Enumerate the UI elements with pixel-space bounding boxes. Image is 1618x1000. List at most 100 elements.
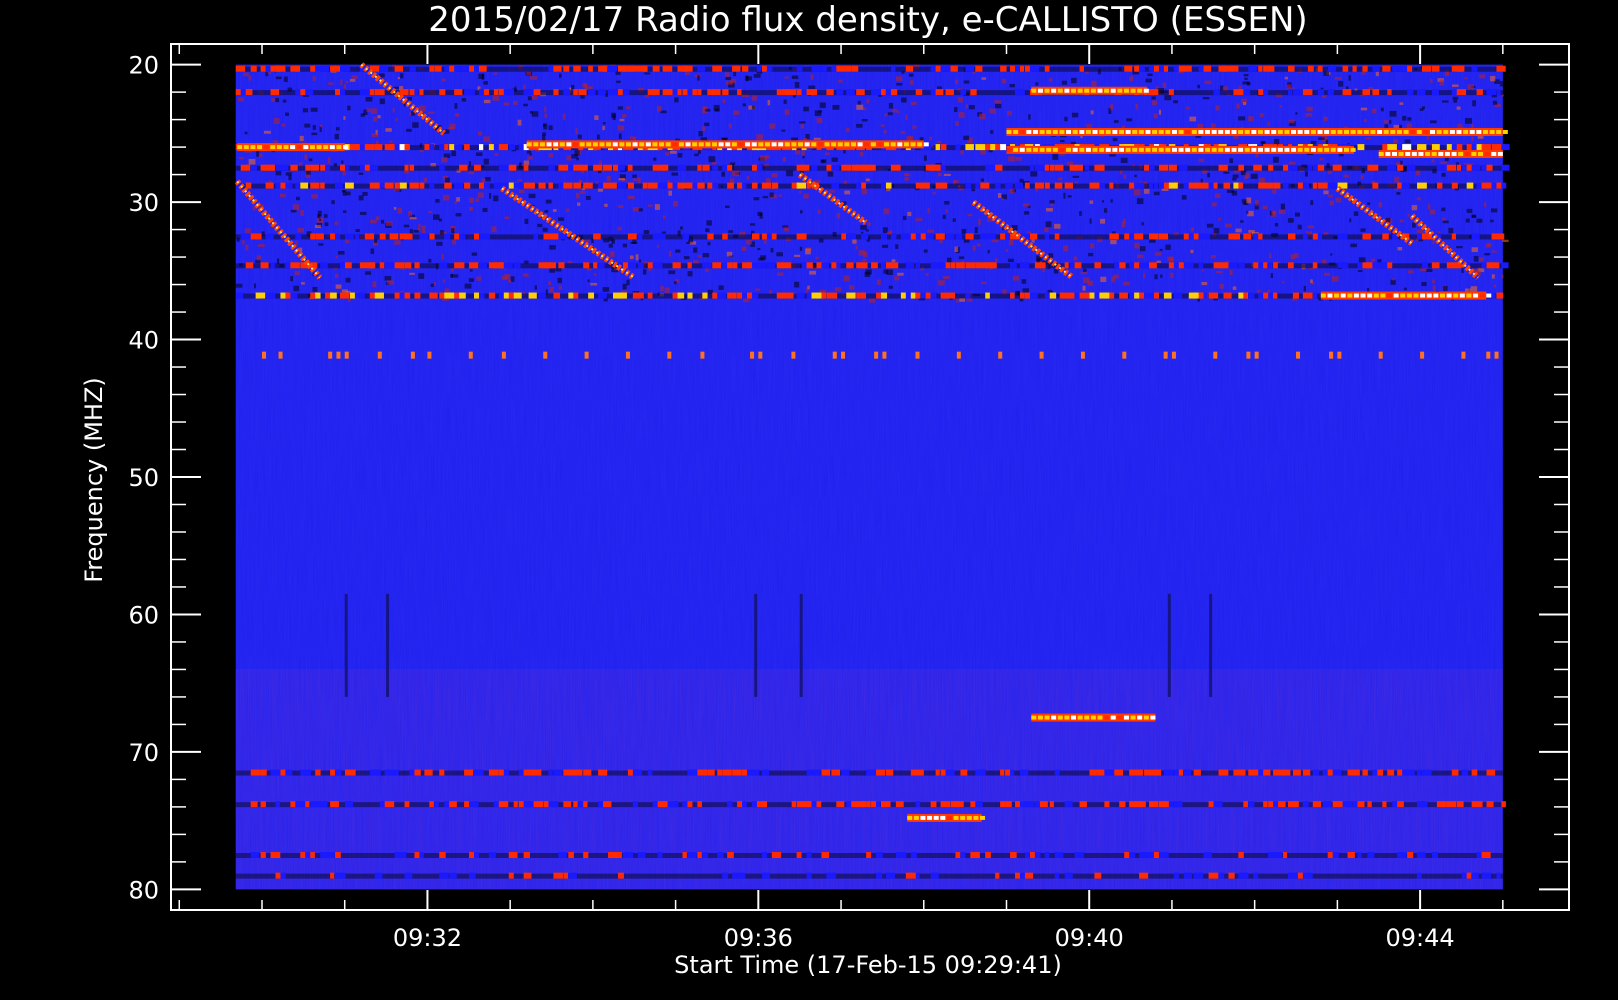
speckle-mark: [606, 175, 611, 182]
speckle-mark: [1464, 77, 1468, 80]
segment-highlight: [1398, 151, 1404, 156]
speckle-mark: [248, 75, 252, 81]
band-segment: [538, 182, 546, 189]
speckle-mark: [586, 86, 593, 90]
speckle-mark: [545, 199, 552, 204]
band-segment: [374, 89, 381, 96]
band-segment: [1203, 852, 1212, 859]
speckle-mark: [468, 278, 475, 282]
periodic-marker: [1171, 351, 1176, 359]
band-segment: [861, 233, 869, 240]
speckle-mark: [544, 113, 547, 119]
speckle-mark: [1006, 248, 1009, 253]
speckle-mark: [566, 155, 572, 161]
speckle-mark: [1042, 268, 1045, 273]
speckle-mark: [876, 279, 881, 285]
band-segment: [533, 233, 539, 240]
speckle-mark: [1186, 106, 1190, 110]
speckle-mark: [1421, 282, 1427, 287]
band-segment: [915, 262, 920, 269]
band-segment: [915, 233, 921, 240]
segment-highlight: [1257, 129, 1263, 134]
speckle-mark: [958, 256, 965, 259]
speckle-mark: [1486, 242, 1492, 247]
band-segment: [1099, 164, 1105, 171]
speckle-mark: [778, 194, 783, 197]
speckle-mark: [1159, 248, 1163, 251]
band-segment: [1218, 872, 1225, 879]
speckle-mark: [1310, 141, 1317, 145]
band-segment: [449, 801, 457, 808]
band-segment: [1402, 182, 1410, 189]
band-segment: [340, 872, 346, 879]
band-segment: [915, 769, 924, 776]
speckle-mark: [1457, 123, 1463, 129]
speckle-mark: [1049, 200, 1055, 204]
band-segment: [439, 89, 446, 96]
periodic-marker: [427, 351, 432, 359]
band-segment: [1387, 262, 1393, 269]
band-segment: [945, 65, 952, 72]
band-segment: [687, 852, 697, 859]
speckle-mark: [1394, 176, 1400, 183]
speckle-mark: [997, 193, 1002, 198]
band-segment: [439, 164, 445, 171]
segment-highlight: [1373, 293, 1379, 298]
band-segment: [389, 233, 399, 240]
band-segment: [1084, 164, 1090, 171]
segment-highlight: [1079, 129, 1085, 134]
band-segment: [1431, 262, 1440, 269]
band-segment: [1461, 164, 1467, 171]
periodic-marker: [336, 351, 341, 359]
speckle-mark: [801, 150, 805, 156]
band-segment: [1466, 144, 1473, 151]
speckle-mark: [1123, 281, 1130, 286]
speckle-mark: [693, 247, 698, 253]
speckle-mark: [341, 160, 344, 164]
band-segment: [627, 182, 634, 189]
segment-highlight: [1019, 129, 1025, 134]
speckle-mark: [471, 252, 478, 256]
segment-highlight: [1145, 129, 1151, 134]
speckle-mark: [1422, 106, 1425, 110]
band-segment: [612, 852, 622, 859]
band-segment: [1357, 852, 1362, 859]
band-segment: [598, 769, 608, 776]
speckle-mark: [582, 83, 588, 88]
segment-highlight: [1310, 147, 1316, 152]
band-segment: [722, 89, 729, 96]
band-segment: [245, 89, 253, 96]
speckle-mark: [1219, 284, 1224, 289]
band-segment: [1114, 262, 1120, 269]
segment-highlight: [1363, 129, 1369, 134]
segment-highlight: [1426, 293, 1432, 298]
band-segment: [275, 65, 286, 72]
speckle-mark: [491, 226, 497, 233]
band-segment: [1119, 262, 1126, 269]
speckle-mark: [1288, 119, 1295, 124]
speckle-mark: [1023, 203, 1030, 207]
band-segment: [369, 262, 376, 269]
periodic-marker: [1378, 351, 1383, 359]
speckle-mark: [1330, 253, 1333, 256]
band-segment: [1327, 89, 1334, 96]
speckle-mark: [1090, 243, 1095, 249]
band-segment: [1481, 872, 1492, 879]
band-segment: [553, 89, 559, 96]
segment-highlight: [1198, 147, 1204, 152]
segment-highlight: [923, 142, 929, 147]
band-segment: [454, 144, 462, 151]
speckle-mark: [702, 253, 710, 258]
band-segment: [1203, 182, 1210, 189]
speckle-mark: [644, 94, 650, 98]
speckle-mark: [421, 225, 426, 229]
band-segment: [593, 262, 598, 269]
speckle-mark: [469, 207, 473, 211]
segment-highlight: [1284, 147, 1290, 152]
speckle-mark: [1001, 198, 1004, 201]
band-segment: [478, 292, 485, 299]
band-segment: [876, 872, 883, 879]
speckle-mark: [629, 136, 635, 140]
band-segment: [811, 769, 821, 776]
speckle-mark: [1218, 218, 1221, 221]
